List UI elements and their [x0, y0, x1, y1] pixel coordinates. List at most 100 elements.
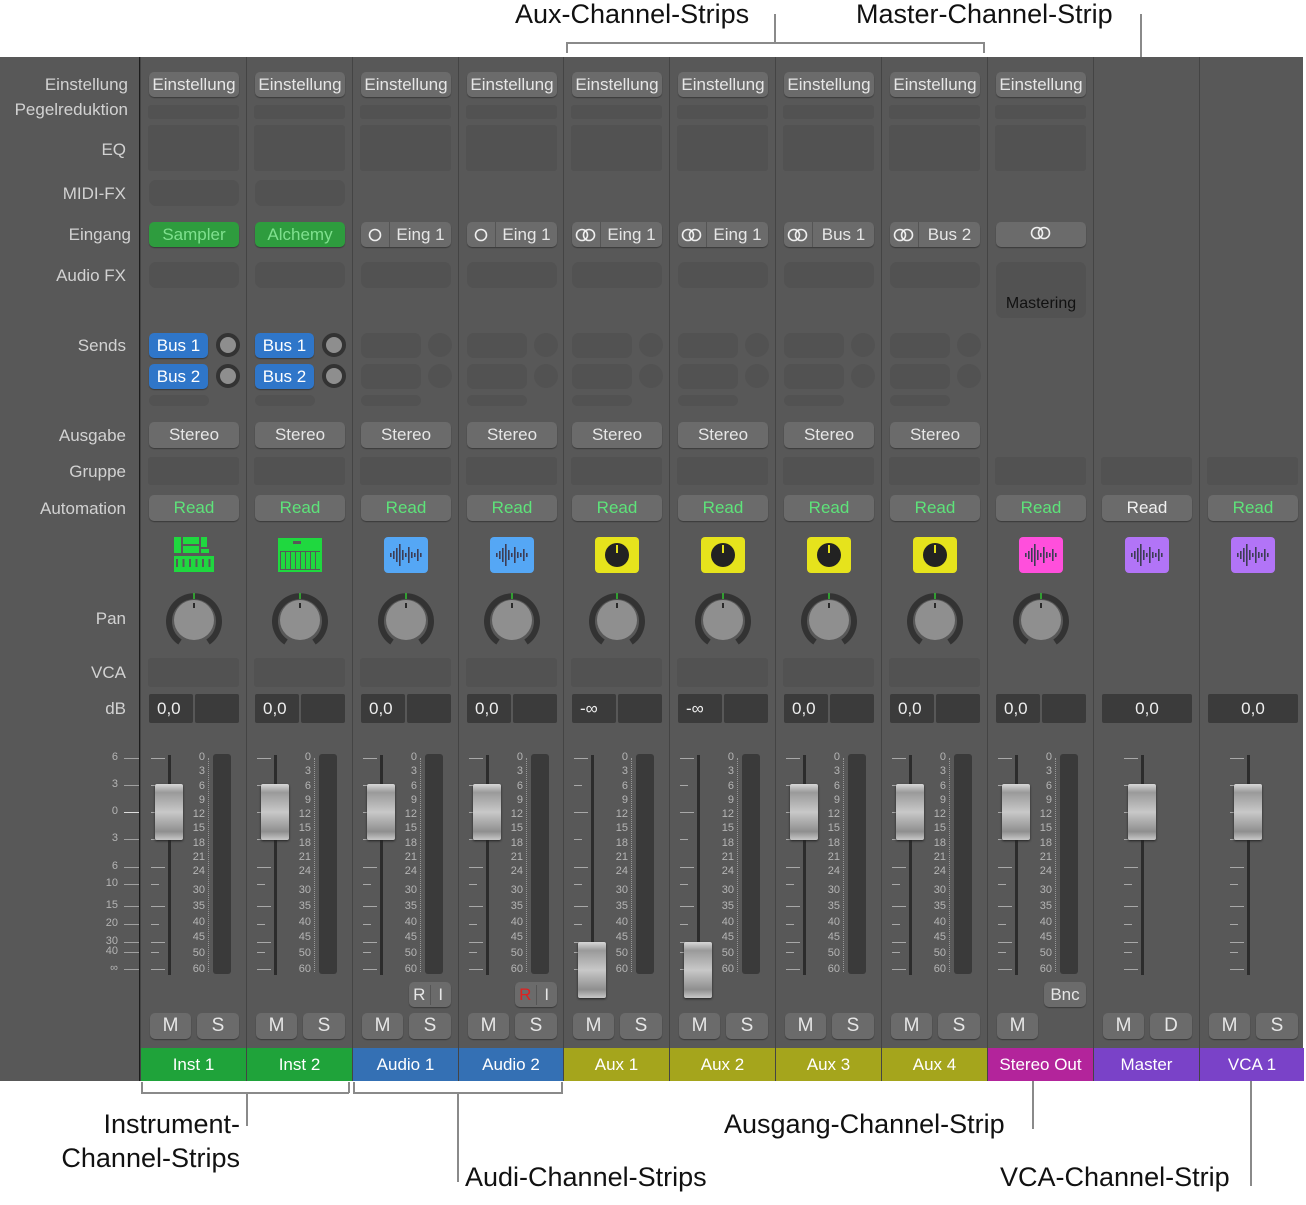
group-slot[interactable] [677, 457, 768, 485]
send-level-knob[interactable] [957, 333, 981, 357]
aux-knob-icon[interactable] [807, 537, 851, 573]
solo-button[interactable]: S [197, 1013, 239, 1039]
automation-mode-button[interactable]: Read [361, 495, 451, 521]
audio-fx-slot[interactable] [572, 262, 662, 288]
stereo-input-icon[interactable] [1030, 225, 1052, 245]
input-slot[interactable]: Bus 2 [890, 222, 980, 247]
channel-name[interactable]: Master [1094, 1048, 1199, 1081]
setting-button[interactable]: Einstellung [255, 72, 345, 97]
solo-button[interactable]: S [409, 1013, 451, 1039]
solo-button[interactable]: S [515, 1013, 557, 1039]
aux-knob-icon[interactable] [913, 537, 957, 573]
instrument-slot[interactable]: Alchemy [255, 222, 345, 247]
stereo-input-icon[interactable] [572, 222, 601, 247]
send-slot[interactable] [890, 333, 950, 358]
volume-fader[interactable] [261, 784, 289, 840]
setting-button[interactable]: Einstellung [784, 72, 874, 97]
audio-fx-slot[interactable] [890, 262, 980, 288]
send-slot[interactable] [361, 333, 421, 358]
pan-knob[interactable] [695, 592, 751, 648]
output-button[interactable]: Stereo [361, 422, 451, 448]
send-level-knob[interactable] [428, 333, 452, 357]
audio-fx-slot[interactable] [149, 262, 239, 288]
vca-slot[interactable] [148, 658, 239, 687]
automation-mode-button[interactable]: Read [890, 495, 980, 521]
volume-fader[interactable] [473, 784, 501, 840]
channel-name[interactable]: Inst 1 [141, 1048, 246, 1081]
group-slot[interactable] [254, 457, 345, 485]
volume-fader[interactable] [578, 942, 606, 998]
eq-display[interactable] [571, 125, 662, 171]
send-level-knob[interactable] [534, 364, 558, 388]
send-level-knob[interactable] [216, 364, 240, 388]
send-slot[interactable] [572, 333, 632, 358]
pan-knob[interactable] [166, 592, 222, 648]
send-level-knob[interactable] [322, 364, 346, 388]
pan-knob[interactable] [1013, 592, 1069, 648]
waveform-icon[interactable] [1125, 537, 1169, 573]
send-level-knob[interactable] [322, 333, 346, 357]
group-slot[interactable] [360, 457, 451, 485]
automation-mode-button[interactable]: Read [996, 495, 1086, 521]
send-level-knob[interactable] [534, 333, 558, 357]
send-slot[interactable]: Bus 2 [255, 364, 314, 389]
pan-knob[interactable] [378, 592, 434, 648]
setting-button[interactable]: Einstellung [149, 72, 239, 97]
pan-knob[interactable] [801, 592, 857, 648]
group-slot[interactable] [571, 457, 662, 485]
eq-display[interactable] [995, 125, 1086, 171]
volume-fader[interactable] [155, 784, 183, 840]
volume-db-display[interactable]: -∞ [572, 694, 616, 723]
send-slot-empty[interactable] [678, 395, 738, 406]
volume-db-display[interactable]: 0,0 [996, 694, 1040, 723]
send-level-knob[interactable] [639, 333, 663, 357]
mute-button[interactable]: M [891, 1013, 932, 1039]
send-slot-empty[interactable] [149, 395, 209, 406]
volume-fader[interactable] [1128, 784, 1156, 840]
volume-fader[interactable] [1234, 784, 1262, 840]
eq-display[interactable] [466, 125, 557, 171]
vca-slot[interactable] [254, 658, 345, 687]
group-slot[interactable] [466, 457, 557, 485]
pan-knob[interactable] [483, 592, 540, 648]
send-level-knob[interactable] [957, 364, 981, 388]
vca-slot[interactable] [889, 658, 980, 687]
group-slot[interactable] [783, 457, 874, 485]
group-slot[interactable] [1207, 457, 1298, 485]
send-slot-empty[interactable] [890, 395, 950, 406]
input-slot[interactable]: Eing 1 [678, 222, 768, 247]
mute-button[interactable]: M [679, 1013, 720, 1039]
output-button[interactable]: Stereo [467, 422, 557, 448]
output-button[interactable]: Stereo [890, 422, 980, 448]
send-slot[interactable] [572, 364, 632, 389]
send-slot[interactable] [678, 364, 738, 389]
volume-fader[interactable] [896, 784, 924, 840]
midi-fx-slot[interactable] [149, 180, 239, 206]
input-monitor-button[interactable]: I [537, 985, 558, 1005]
mute-button[interactable]: M [997, 1013, 1038, 1039]
automation-mode-button[interactable]: Read [1208, 495, 1298, 521]
volume-db-display[interactable]: 0,0 [149, 694, 193, 723]
stereo-input-icon[interactable] [784, 222, 813, 247]
volume-db-display[interactable]: 0,0 [890, 694, 934, 723]
send-slot[interactable]: Bus 1 [149, 333, 208, 358]
audio-fx-slot[interactable] [784, 262, 874, 288]
send-slot[interactable] [784, 364, 844, 389]
pan-knob[interactable] [272, 592, 328, 648]
channel-name[interactable]: Audio 2 [459, 1048, 563, 1081]
volume-db-display[interactable]: -∞ [678, 694, 722, 723]
vca-slot[interactable] [571, 658, 662, 687]
input-format-button[interactable] [996, 222, 1086, 247]
setting-button[interactable]: Einstellung [361, 72, 451, 97]
channel-name[interactable]: Aux 1 [564, 1048, 669, 1081]
setting-button[interactable]: Einstellung [467, 72, 557, 97]
send-slot[interactable] [678, 333, 738, 358]
mono-input-icon[interactable] [361, 222, 390, 247]
audio-fx-slot[interactable] [467, 262, 557, 288]
setting-button[interactable]: Einstellung [890, 72, 980, 97]
send-level-knob[interactable] [745, 364, 769, 388]
volume-fader[interactable] [367, 784, 395, 840]
volume-db-display[interactable]: 0,0 [1208, 694, 1298, 723]
audio-fx-slot[interactable]: Mastering [996, 262, 1086, 318]
solo-button[interactable]: S [938, 1013, 980, 1039]
